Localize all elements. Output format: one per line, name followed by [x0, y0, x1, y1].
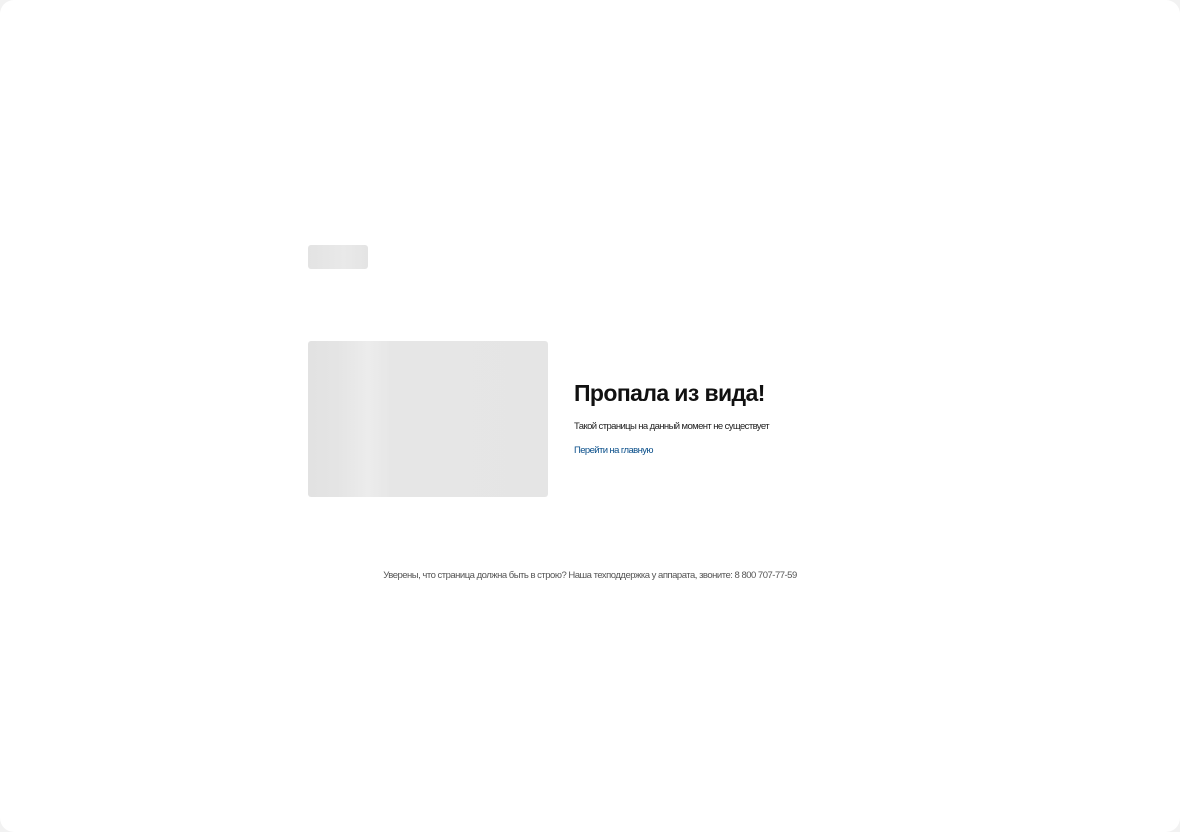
page-window: Пропала из вида! Такой страницы на данны…: [0, 0, 1180, 832]
support-note: Уверены, что страница должна быть в стро…: [383, 570, 797, 581]
error-content: Пропала из вида! Такой страницы на данны…: [574, 378, 954, 458]
home-link[interactable]: Перейти на главную: [574, 445, 654, 457]
error-description: Такой страницы на данный момент не сущес…: [574, 421, 770, 432]
logo-placeholder: [308, 245, 368, 269]
page-title: Пропала из вида!: [574, 380, 765, 406]
illustration-placeholder: [308, 341, 548, 497]
